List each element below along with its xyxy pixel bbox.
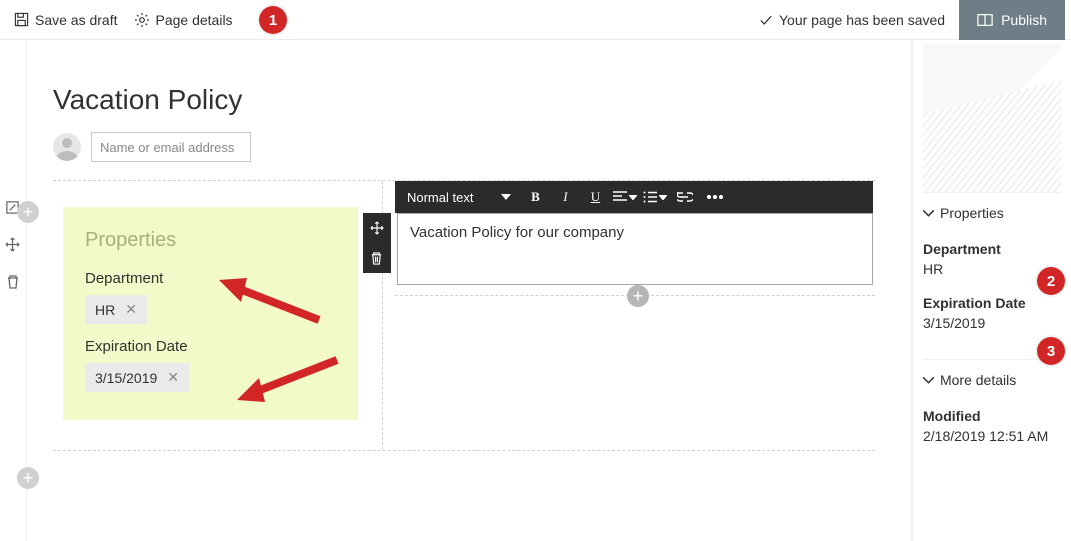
webpart-divider: +	[395, 295, 875, 296]
properties-section-label: Properties	[940, 205, 1004, 221]
rp-expiration-value: 3/15/2019	[923, 315, 1061, 331]
page-details-label: Page details	[156, 12, 233, 28]
rp-department-label: Department	[923, 241, 1061, 257]
add-section-button-top[interactable]: +	[17, 201, 39, 223]
underline-button[interactable]: U	[581, 183, 609, 211]
add-section-button-bottom[interactable]: +	[17, 467, 39, 489]
more-details-section-header[interactable]: More details	[923, 370, 1061, 390]
save-as-draft-label: Save as draft	[35, 12, 118, 28]
save-as-draft-button[interactable]: Save as draft	[6, 8, 126, 32]
delete-section-button[interactable]	[6, 274, 20, 290]
check-icon	[759, 13, 773, 27]
save-icon	[14, 12, 29, 27]
avatar	[53, 133, 81, 161]
text-style-dropdown[interactable]: Normal text	[401, 190, 519, 205]
saved-status: Your page has been saved	[745, 12, 959, 28]
add-webpart-button[interactable]: +	[627, 285, 649, 307]
list-button[interactable]	[641, 183, 669, 211]
expiration-chip[interactable]: 3/15/2019 ✕	[85, 363, 189, 392]
more-details-section-label: More details	[940, 372, 1016, 388]
saved-status-text: Your page has been saved	[779, 12, 945, 28]
bold-button[interactable]: B	[521, 183, 549, 211]
annotation-badge-3: 3	[1037, 337, 1065, 365]
move-section-button[interactable]	[5, 237, 20, 252]
chevron-down-icon	[923, 210, 934, 217]
annotation-arrow-1	[219, 270, 329, 330]
author-input[interactable]	[91, 132, 251, 162]
annotation-badge-1: 1	[259, 6, 287, 34]
publish-label: Publish	[1001, 12, 1047, 28]
annotation-arrow-2	[237, 350, 347, 410]
text-webpart-content[interactable]: Vacation Policy for our company	[397, 213, 873, 285]
page-title[interactable]: Vacation Policy	[53, 84, 875, 116]
publish-icon	[977, 13, 993, 27]
delete-webpart-button[interactable]	[363, 243, 391, 273]
rte-toolbar: Normal text B I U	[395, 181, 873, 213]
remove-expiration-icon[interactable]: ✕	[167, 369, 179, 386]
italic-button[interactable]: I	[551, 183, 579, 211]
publish-button[interactable]: Publish	[959, 0, 1065, 40]
annotation-badge-2: 2	[1037, 267, 1065, 295]
properties-webpart-title: Properties	[85, 229, 336, 252]
page-canvas: Vacation Policy + Properties Department …	[27, 40, 911, 541]
thumbnail-preview[interactable]	[923, 44, 1061, 192]
rp-modified-value: 2/18/2019 12:51 AM	[923, 428, 1061, 444]
left-side-rail	[0, 40, 27, 541]
chevron-down-icon	[923, 377, 934, 384]
webpart-side-toolbar	[363, 213, 391, 273]
department-chip[interactable]: HR ✕	[85, 295, 147, 324]
section-divider-bottom	[53, 450, 875, 456]
remove-department-icon[interactable]: ✕	[125, 301, 137, 318]
more-button[interactable]	[701, 183, 729, 211]
chevron-down-icon	[501, 194, 511, 200]
command-bar: Save as draft Page details Your page has…	[0, 0, 1071, 40]
text-style-label: Normal text	[407, 190, 473, 205]
rp-modified-label: Modified	[923, 408, 1061, 424]
page-details-panel: Properties Department HR 2 Expiration Da…	[911, 40, 1071, 541]
expiration-value: 3/15/2019	[95, 370, 157, 386]
gear-icon	[134, 12, 150, 28]
align-button[interactable]	[611, 183, 639, 211]
properties-section-header[interactable]: Properties	[923, 203, 1061, 223]
move-webpart-button[interactable]	[363, 213, 391, 243]
link-button[interactable]	[671, 183, 699, 211]
rp-expiration-label: Expiration Date	[923, 295, 1061, 311]
department-value: HR	[95, 302, 115, 318]
page-details-button[interactable]: Page details	[126, 8, 241, 32]
